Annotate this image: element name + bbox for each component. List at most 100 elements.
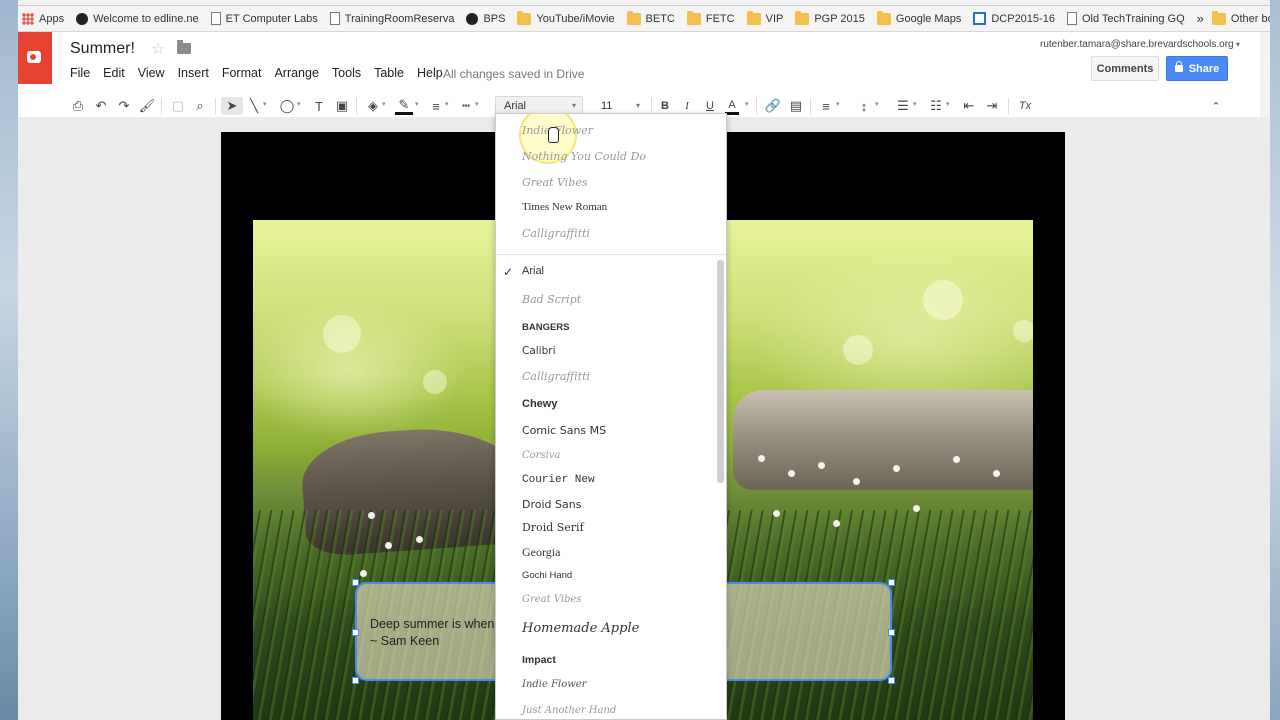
bookmark-youtube-imovie[interactable]: YouTube/iMovie [517, 9, 615, 29]
quote-text[interactable]: Deep summer is when ~ Sam Keen [370, 616, 494, 650]
select-arrow-icon[interactable]: ➤ [221, 97, 243, 115]
resize-handle[interactable] [888, 579, 895, 586]
font-option[interactable]: Homemade Apple [522, 621, 639, 636]
font-option[interactable]: Gochi Hand [522, 570, 572, 581]
numbered-list-icon[interactable]: ☰ [895, 97, 911, 115]
line-icon[interactable]: ╲ [246, 97, 262, 115]
font-option[interactable]: Calibri [522, 345, 556, 357]
save-status[interactable]: All changes saved in Drive [443, 67, 584, 81]
resize-handle[interactable] [352, 677, 359, 684]
font-option[interactable]: Bangers [522, 322, 570, 333]
move-to-folder-icon[interactable] [177, 40, 191, 54]
menu-help[interactable]: Help [417, 66, 443, 80]
account-email[interactable]: rutenber.tamara@share.brevardschools.org [1040, 39, 1240, 50]
border-color-icon[interactable]: ✎ [395, 97, 413, 115]
resize-handle[interactable] [352, 629, 359, 636]
undo-icon[interactable]: ↶ [93, 97, 109, 115]
bookmark-vip[interactable]: VIP [746, 9, 783, 29]
border-dash-caret[interactable]: ▾ [475, 100, 479, 108]
bookmark-et-computer-labs[interactable]: ET Computer Labs [210, 9, 318, 29]
bookmark-betc[interactable]: BETC [626, 9, 675, 29]
line-dropdown-caret[interactable]: ▾ [263, 100, 267, 108]
resize-handle[interactable] [888, 629, 895, 636]
shape-dropdown-caret[interactable]: ▾ [297, 100, 301, 108]
text-color-caret[interactable]: ▾ [745, 100, 749, 108]
menu-format[interactable]: Format [222, 66, 262, 80]
border-weight-caret[interactable]: ▾ [445, 100, 449, 108]
font-option-recent[interactable]: Times New Roman [522, 201, 607, 213]
align-icon[interactable]: ≡ [818, 97, 834, 115]
bookmark-apps[interactable]: Apps [22, 9, 64, 29]
font-option[interactable]: Georgia [522, 545, 560, 560]
bookmark-google-maps[interactable]: Google Maps [876, 9, 961, 29]
align-caret[interactable]: ▾ [836, 100, 840, 108]
clear-formatting-button[interactable]: Tx [1016, 97, 1034, 115]
bookmark-training-room[interactable]: TrainingRoomReserva [329, 9, 454, 29]
zoom-fit-icon[interactable]: ▢ [170, 97, 186, 115]
comment-icon[interactable]: ▤ [788, 97, 804, 115]
bookmark-edline[interactable]: Welcome to edline.ne [76, 9, 199, 29]
image-icon[interactable]: ▣ [334, 97, 350, 115]
folder-icon [686, 10, 701, 25]
font-option-selected[interactable]: Arial [522, 265, 544, 277]
link-icon[interactable]: 🔗 [764, 97, 782, 115]
font-option[interactable]: Droid Serif [522, 521, 584, 534]
menu-edit[interactable]: Edit [103, 66, 125, 80]
line-spacing-caret[interactable]: ▾ [875, 100, 879, 108]
bookmark-other-bookmarks[interactable]: Other bookmarks [1211, 9, 1270, 29]
menu-arrange[interactable]: Arrange [274, 66, 318, 80]
zoom-icon[interactable]: ⌕ [192, 97, 208, 115]
star-icon[interactable]: ☆ [151, 39, 165, 59]
font-option[interactable]: Just Another Hand [522, 705, 616, 716]
menu-view[interactable]: View [138, 66, 165, 80]
border-dash-icon[interactable]: ┅ [458, 97, 474, 115]
font-option[interactable]: Indie Flower [522, 679, 587, 690]
font-option[interactable]: Comic Sans MS [522, 424, 606, 437]
font-option-recent[interactable]: Great Vibes [522, 176, 588, 189]
bulleted-list-icon[interactable]: ☷ [928, 97, 944, 115]
font-option[interactable]: Courier New [522, 474, 595, 486]
font-menu-scrollbar[interactable] [717, 260, 724, 483]
bookmark-bps[interactable]: BPS [466, 9, 505, 29]
comments-button[interactable]: Comments [1091, 56, 1159, 81]
line-spacing-icon[interactable]: ↕ [856, 97, 872, 115]
font-option[interactable]: Chewy [522, 398, 557, 410]
bookmark-old-techtraining[interactable]: Old TechTraining GQ [1066, 9, 1185, 29]
menu-file[interactable]: File [70, 66, 90, 80]
border-color-caret[interactable]: ▾ [415, 100, 419, 108]
border-weight-icon[interactable]: ≡ [428, 97, 444, 115]
shape-icon[interactable]: ◯ [278, 97, 296, 115]
font-option-recent[interactable]: Calligraffitti [522, 227, 590, 240]
paint-format-icon[interactable]: 🖌 [139, 97, 156, 115]
increase-indent-icon[interactable]: ⇥ [984, 97, 1000, 115]
document-title[interactable]: Summer! [70, 40, 135, 58]
fill-color-icon[interactable]: ◈ [364, 97, 382, 115]
print-icon[interactable]: ⎙ [70, 97, 86, 115]
font-option-recent[interactable]: Nothing You Could Do [522, 150, 646, 163]
numbered-list-caret[interactable]: ▾ [913, 100, 917, 108]
font-option[interactable]: Impact [522, 654, 556, 666]
font-option[interactable]: Bad Script [522, 293, 581, 306]
slides-logo-icon[interactable] [18, 32, 52, 84]
resize-handle[interactable] [352, 579, 359, 586]
font-option[interactable]: Calligraffitti [522, 370, 590, 383]
text-box-icon[interactable]: T [310, 97, 328, 115]
bookmark-dcp2015-16[interactable]: DCP2015-16 [973, 9, 1055, 29]
font-option[interactable]: Droid Sans [522, 498, 581, 511]
bookmark-fetc[interactable]: FETC [686, 9, 735, 29]
menu-tools[interactable]: Tools [332, 66, 361, 80]
bookmark-pgp-2015[interactable]: PGP 2015 [795, 9, 865, 29]
collapse-toolbar-icon[interactable]: ⌃ [1208, 97, 1224, 115]
resize-handle[interactable] [888, 677, 895, 684]
fill-dropdown-caret[interactable]: ▾ [382, 100, 386, 108]
font-option[interactable]: Great Vibes [522, 594, 582, 605]
redo-icon[interactable]: ↷ [116, 97, 132, 115]
menu-table[interactable]: Table [374, 66, 404, 80]
menu-insert[interactable]: Insert [178, 66, 209, 80]
share-button[interactable]: Share [1166, 56, 1228, 81]
bookmarks-overflow-button[interactable]: » [1197, 9, 1204, 29]
font-option[interactable]: Corsiva [522, 450, 560, 461]
bulleted-list-caret[interactable]: ▾ [946, 100, 950, 108]
decrease-indent-icon[interactable]: ⇤ [961, 97, 977, 115]
text-color-button[interactable]: A [725, 97, 739, 115]
